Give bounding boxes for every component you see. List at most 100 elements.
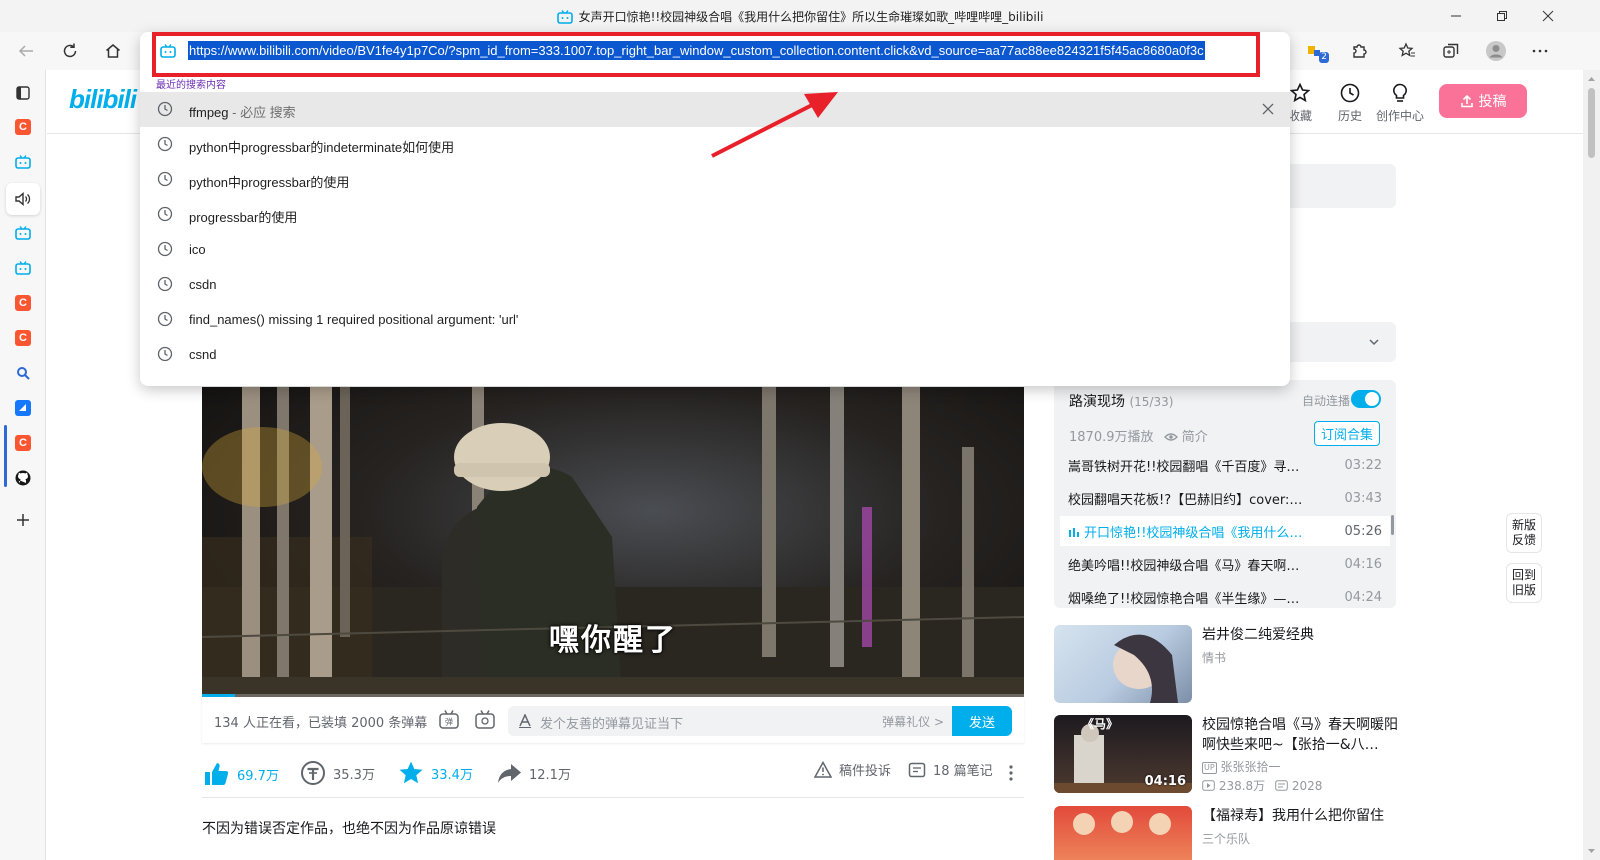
danmaku-toggle-icon[interactable]: 弹 — [438, 709, 460, 731]
upload-icon — [1460, 94, 1473, 108]
recommendation-author[interactable]: 情书 — [1202, 649, 1226, 666]
tab-blue-app[interactable] — [11, 396, 35, 420]
playlist-intro-link[interactable]: 简介 — [1182, 430, 1208, 445]
playlist-meta: 1870.9万播放 简介 — [1069, 426, 1208, 445]
more-menu-button[interactable] — [1526, 37, 1554, 65]
tab-bilibili-1[interactable] — [11, 150, 35, 174]
coin-count: 35.3万 — [333, 767, 375, 783]
playlist-item[interactable]: 嵩哥铁树开花!!校园翻唱《千百度》寻… 03:22 — [1060, 450, 1390, 480]
refresh-button[interactable] — [56, 37, 84, 65]
nav-creator-center[interactable]: 创作中心 — [1370, 82, 1430, 124]
more-actions-button[interactable] — [1008, 764, 1014, 782]
tab-bilibili-3[interactable] — [11, 256, 35, 280]
danmaku-input[interactable]: 发个友善的弹幕见证当下 弹幕礼仪 > 发送 — [508, 706, 1012, 736]
notes-button[interactable]: 18 篇笔记 — [908, 760, 993, 779]
recommendation-title[interactable]: 岩井俊二纯爱经典 — [1202, 625, 1402, 645]
restore-button[interactable] — [1479, 0, 1525, 32]
suggestion-text: ffmpeg - 必应 搜索 — [189, 102, 296, 121]
page-scrollbar[interactable] — [1583, 70, 1600, 860]
playlist-item-title: 开口惊艳!!校园神级合唱《我用什么… — [1068, 522, 1313, 541]
bilibili-logo[interactable]: bilibili — [69, 84, 137, 115]
suggestion-item[interactable]: csdn — [140, 267, 1290, 302]
history-icon — [157, 171, 173, 187]
recommendation-thumbnail[interactable] — [1054, 806, 1192, 860]
recommendation-author: 张张张拾一 — [1220, 760, 1281, 774]
tab-csdn-2[interactable]: C — [11, 291, 35, 315]
portrait-thumbnail-art — [1113, 634, 1178, 703]
tab-csdn-3[interactable]: C — [11, 326, 35, 350]
upload-button[interactable]: 投稿 — [1439, 84, 1527, 118]
favorite-count: 33.4万 — [431, 767, 473, 783]
video-player[interactable]: 嘿你醒了 — [202, 387, 1024, 697]
playlist-item[interactable]: 校园翻唱天花板!?【巴赫旧约】cover:… 03:43 — [1060, 483, 1390, 513]
playlist-scrollbar[interactable] — [1391, 515, 1394, 535]
recommendation-card[interactable]: 《马》 04:16 校园惊艳合唱《马》春天啊暖阳啊快些来吧~【张拾一&八… UP… — [1054, 715, 1404, 795]
thumbs-up-icon — [205, 763, 229, 785]
text-style-icon[interactable] — [518, 714, 532, 728]
suggestion-text: python中progressbar的indeterminate如何使用 — [189, 140, 455, 155]
playlist-item[interactable]: 烟嗓绝了!!校园惊艳合唱《半生缘》—… 04:24 — [1060, 582, 1390, 608]
coin-button[interactable]: 35.3万 — [300, 760, 375, 786]
recommendation-author-row[interactable]: UP 张张张拾一 — [1202, 758, 1281, 775]
window-title-text: 女声开口惊艳!!校园神级合唱《我用什么把你留住》所以生命璀璨如歌_哔哩哔哩_bi… — [578, 10, 1044, 24]
like-button[interactable]: 69.7万 — [202, 760, 279, 788]
extensions-button[interactable] — [1345, 37, 1373, 65]
favorite-button[interactable]: 33.4万 — [398, 760, 473, 786]
home-button[interactable] — [99, 37, 127, 65]
tab-github[interactable] — [11, 466, 35, 490]
extension-badge: 2 — [1319, 52, 1329, 63]
playlist-title-text: 路演现场 — [1069, 394, 1125, 410]
playlist-item[interactable]: 绝美吟唱!!校园神级合唱《马》春天啊… 04:16 — [1060, 549, 1390, 579]
tab-actions-button[interactable] — [11, 81, 35, 105]
suggestion-item[interactable]: progressbar的使用 — [140, 197, 1290, 232]
subscribe-collection-button[interactable]: 订阅合集 — [1313, 421, 1380, 446]
recommendation-author[interactable]: 三个乐队 — [1202, 830, 1250, 847]
suggestion-text: find_names() missing 1 required position… — [189, 312, 519, 327]
recommendation-thumbnail[interactable] — [1054, 625, 1192, 703]
recommendation-title[interactable]: 校园惊艳合唱《马》春天啊暖阳啊快些来吧~【张拾一&八… — [1202, 715, 1402, 755]
nav-history[interactable]: 历史 — [1325, 82, 1375, 124]
suggestion-item[interactable]: csnd — [140, 337, 1290, 372]
suggestion-item[interactable]: find_names() missing 1 required position… — [140, 302, 1290, 337]
suggestion-text: progressbar的使用 — [189, 210, 298, 225]
tab-csdn-4[interactable]: C — [11, 431, 35, 455]
collections-button[interactable] — [1437, 37, 1465, 65]
send-danmaku-button[interactable]: 发送 — [952, 706, 1012, 736]
tab-csdn-1[interactable]: C — [11, 115, 35, 139]
playlist-item-title: 嵩哥铁树开花!!校园翻唱《千百度》寻… — [1068, 459, 1300, 475]
playlist-item-active[interactable]: 开口惊艳!!校园神级合唱《我用什么… 05:26 — [1060, 516, 1390, 546]
favorites-button[interactable] — [1393, 37, 1421, 65]
share-button[interactable]: 12.1万 — [496, 760, 571, 786]
bilibili-tv-icon — [15, 261, 31, 275]
back-button[interactable] — [12, 37, 40, 65]
recommendation-card[interactable]: 【福禄寿】我用什么把你留住 三个乐队 — [1054, 806, 1404, 860]
minimize-button[interactable] — [1433, 0, 1479, 32]
profile-button[interactable] — [1482, 37, 1510, 65]
upload-label: 投稿 — [1478, 94, 1507, 110]
recommendation-thumbnail[interactable]: 《马》 04:16 — [1054, 715, 1192, 793]
new-tab-button[interactable] — [11, 508, 35, 532]
star-list-icon — [1398, 42, 1415, 57]
danmaku-settings-icon[interactable] — [474, 709, 496, 731]
recommendation-card[interactable]: 岩井俊二纯爱经典 情书 — [1054, 625, 1404, 705]
new-version-feedback-button[interactable]: 新版 反馈 — [1506, 513, 1542, 553]
page-scrollbar-thumb[interactable] — [1588, 88, 1595, 158]
close-window-button[interactable] — [1525, 0, 1571, 32]
extension-button[interactable]: 2 — [1301, 37, 1329, 65]
tab-search[interactable] — [11, 361, 35, 385]
suggestion-item[interactable]: python中progressbar的使用 — [140, 162, 1290, 197]
recommendation-title[interactable]: 【福禄寿】我用什么把你留住 — [1202, 806, 1402, 826]
video-actions: 69.7万 35.3万 33.4万 12.1万 稿件投诉 18 篇笔记 — [202, 758, 1024, 798]
report-button[interactable]: 稿件投诉 — [814, 760, 891, 779]
suggestion-item[interactable]: ico — [140, 232, 1290, 267]
tab-panel-icon — [16, 86, 30, 100]
tab-active-audio[interactable] — [6, 183, 40, 215]
danmaku-etiquette-link[interactable]: 弹幕礼仪 > — [882, 713, 944, 730]
playlist-title[interactable]: 路演现场 (15/33) — [1069, 391, 1173, 411]
tab-bilibili-2[interactable] — [11, 221, 35, 245]
puzzle-icon — [1353, 44, 1367, 58]
report-label: 稿件投诉 — [839, 764, 892, 779]
back-to-old-version-button[interactable]: 回到 旧版 — [1506, 563, 1542, 603]
remove-suggestion-icon[interactable] — [1260, 101, 1276, 117]
autoplay-toggle[interactable] — [1351, 390, 1381, 408]
